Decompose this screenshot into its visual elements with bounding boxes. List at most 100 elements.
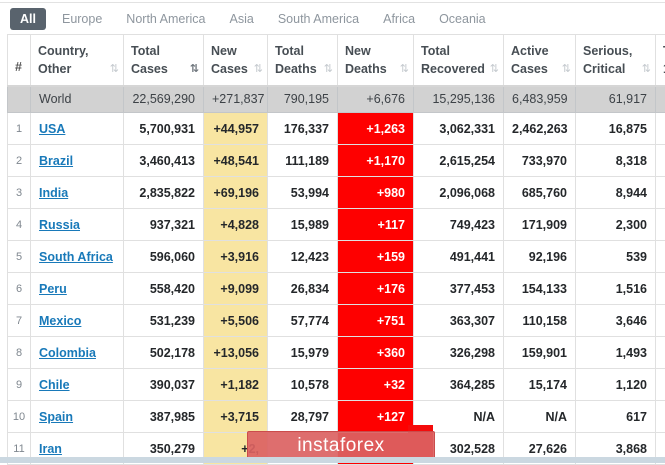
column-header-rank: # [8, 35, 31, 86]
country-link[interactable]: India [39, 186, 68, 200]
sort-icon[interactable]: ⇅ [642, 62, 651, 78]
sort-icon[interactable]: ⇅ [324, 62, 333, 78]
cell-serious_critical: 539 [576, 241, 656, 273]
cell-country: Brazil [31, 145, 124, 177]
cell-active_cases: N/A [504, 401, 576, 433]
column-header-label: Deaths [275, 60, 331, 78]
sort-icon[interactable]: ⇅ [400, 62, 409, 78]
column-header-new_cases[interactable]: NewCases⇅ [204, 35, 268, 86]
table-row: 2Brazil3,460,413+48,541111,189+1,1702,61… [8, 145, 665, 177]
cell-active_cases: 733,970 [504, 145, 576, 177]
country-link[interactable]: South Africa [39, 250, 113, 264]
cell-country: World [31, 86, 124, 113]
column-header-label: Country, [38, 42, 117, 60]
cell-total_cases: 558,420 [124, 273, 204, 305]
tab-oceania[interactable]: Oceania [439, 12, 486, 26]
cell-rank: 3 [8, 177, 31, 209]
country-link[interactable]: Brazil [39, 154, 73, 168]
cell-country: USA [31, 113, 124, 145]
country-link[interactable]: Russia [39, 218, 80, 232]
cell-total_cases: 387,985 [124, 401, 204, 433]
column-header-label: Recovered [421, 60, 497, 78]
sort-icon[interactable]: ⇅ [110, 62, 119, 78]
country-link[interactable]: Iran [39, 442, 62, 456]
column-header-label: Active [511, 42, 569, 60]
sort-icon[interactable]: ⇅ [562, 62, 571, 78]
tab-all[interactable]: All [10, 8, 46, 30]
column-header-label: Critical [583, 60, 649, 78]
column-header-label: Cases [131, 60, 197, 78]
cell-new_cases: +44,957 [204, 113, 268, 145]
column-header-total_cases[interactable]: TotalCases⇅ [124, 35, 204, 86]
cell-rank: 8 [8, 337, 31, 369]
cell-new_deaths: +32 [338, 369, 414, 401]
cell-trunc [656, 86, 665, 113]
tab-south-america[interactable]: South America [278, 12, 359, 26]
column-header-total_deaths[interactable]: TotalDeaths⇅ [268, 35, 338, 86]
cell-total_deaths: 53,994 [268, 177, 338, 209]
column-header-new_deaths[interactable]: NewDeaths⇅ [338, 35, 414, 86]
cell-trunc [656, 305, 665, 337]
table-row: 7Mexico531,239+5,50657,774+751363,307110… [8, 305, 665, 337]
cell-trunc [656, 401, 665, 433]
column-header-total_recovered[interactable]: TotalRecovered⇅ [414, 35, 504, 86]
cell-new_cases: +48,541 [204, 145, 268, 177]
cell-active_cases: 685,760 [504, 177, 576, 209]
column-header-label: Total [275, 42, 331, 60]
cell-trunc [656, 273, 665, 305]
column-header-label: # [15, 58, 24, 76]
tab-north-america[interactable]: North America [126, 12, 205, 26]
cell-total_cases: 596,060 [124, 241, 204, 273]
country-link[interactable]: USA [39, 122, 65, 136]
column-header-country[interactable]: Country,Other⇅ [31, 35, 124, 86]
column-header-serious_critical[interactable]: Serious,Critical⇅ [576, 35, 656, 86]
cell-new_cases: +271,837 [204, 86, 268, 113]
table-row: 6Peru558,420+9,09926,834+176377,453154,1… [8, 273, 665, 305]
tab-africa[interactable]: Africa [383, 12, 415, 26]
column-header-label: Total [421, 42, 497, 60]
cell-total_cases: 5,700,931 [124, 113, 204, 145]
cell-rank: 10 [8, 401, 31, 433]
sort-icon[interactable]: ⇅ [490, 62, 499, 78]
table-row: 10Spain387,985+3,71528,797+127N/AN/A617 [8, 401, 665, 433]
cell-new_deaths: +159 [338, 241, 414, 273]
tab-asia[interactable]: Asia [230, 12, 254, 26]
cell-total_deaths: 111,189 [268, 145, 338, 177]
cell-country: South Africa [31, 241, 124, 273]
cell-new_deaths: +980 [338, 177, 414, 209]
country-link[interactable]: Peru [39, 282, 67, 296]
cell-rank: 7 [8, 305, 31, 337]
country-link[interactable]: Chile [39, 378, 70, 392]
country-link[interactable]: Spain [39, 410, 73, 424]
country-link[interactable]: Colombia [39, 346, 96, 360]
cell-rank: 1 [8, 113, 31, 145]
cell-serious_critical: 3,646 [576, 305, 656, 337]
column-header-label: New [211, 42, 261, 60]
sort-icon[interactable]: ⇅ [254, 62, 263, 78]
horizontal-scrollbar[interactable] [0, 457, 665, 463]
cell-new_cases: +4,828 [204, 209, 268, 241]
sort-icon[interactable]: ⇅ [190, 62, 199, 78]
watermark-label: instaforex [297, 435, 384, 457]
table-header-row: #Country,Other⇅TotalCases⇅NewCases⇅Total… [8, 35, 665, 86]
cell-new_cases: +3,715 [204, 401, 268, 433]
cell-serious_critical: 8,318 [576, 145, 656, 177]
cell-active_cases: 110,158 [504, 305, 576, 337]
cell-country: Mexico [31, 305, 124, 337]
cell-new_deaths: +176 [338, 273, 414, 305]
cell-serious_critical: 8,944 [576, 177, 656, 209]
tab-europe[interactable]: Europe [62, 12, 102, 26]
cell-new_cases: +3,916 [204, 241, 268, 273]
cell-total_recovered: 326,298 [414, 337, 504, 369]
table-row: 8Colombia502,178+13,05615,979+360326,298… [8, 337, 665, 369]
instaforex-watermark: instaforex [247, 431, 435, 460]
column-header-active_cases[interactable]: ActiveCases⇅ [504, 35, 576, 86]
cell-total_deaths: 176,337 [268, 113, 338, 145]
table-row: 3India2,835,822+69,19653,994+9802,096,06… [8, 177, 665, 209]
cell-serious_critical: 1,493 [576, 337, 656, 369]
cell-serious_critical: 617 [576, 401, 656, 433]
cell-new_deaths: +360 [338, 337, 414, 369]
cell-trunc [656, 177, 665, 209]
country-link[interactable]: Mexico [39, 314, 81, 328]
cell-active_cases: 92,196 [504, 241, 576, 273]
